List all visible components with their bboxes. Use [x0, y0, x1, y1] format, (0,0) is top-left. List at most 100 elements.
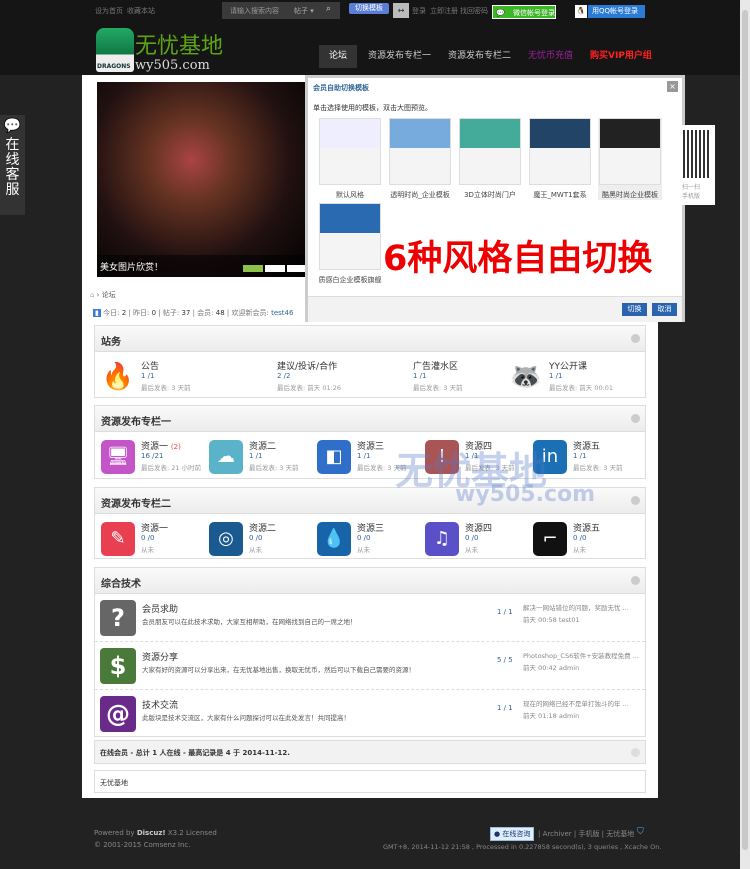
bookmark-link[interactable]: 收藏本站	[127, 6, 155, 16]
section-title[interactable]: 站务	[101, 337, 121, 348]
forum-name[interactable]: 资源五	[573, 442, 600, 452]
forum-item[interactable]: ✎ 资源一 0 /0 从未	[101, 520, 207, 560]
forum-name[interactable]: 公告	[141, 362, 159, 372]
template-thumbnail[interactable]	[599, 118, 661, 185]
forum-name[interactable]: 资源三	[357, 442, 384, 452]
forum-icon[interactable]: 😵	[237, 360, 271, 394]
login-link[interactable]: 登录	[412, 6, 426, 16]
nav-resource-2[interactable]: 资源发布专栏二	[438, 45, 521, 68]
cancel-button[interactable]: 取消	[652, 303, 677, 316]
forum-icon[interactable]: ⌐	[533, 522, 567, 556]
section-title[interactable]: 资源发布专栏一	[101, 417, 171, 428]
set-home-link[interactable]: 设为首页	[95, 6, 123, 16]
template-thumbnail[interactable]	[319, 118, 381, 185]
forum-name[interactable]: 资源二	[249, 442, 276, 452]
switch-template-button[interactable]: 切换模板	[349, 3, 389, 14]
last-post[interactable]: 最后发表: 3 天前	[573, 462, 622, 472]
forum-item[interactable]: 🔥 公告 1 /1 最后发表: 3 天前	[101, 358, 207, 398]
forum-icon[interactable]: ✎	[101, 522, 135, 556]
forum-item[interactable]: in 资源五 1 /1 最后发表: 3 天前	[533, 438, 639, 478]
last-post[interactable]: 从未	[141, 544, 154, 554]
search-type-select[interactable]: 帖子 ▾	[294, 6, 314, 16]
forum-icon[interactable]: 😠	[373, 360, 407, 394]
forum-item[interactable]: 💧 资源三 0 /0 从未	[317, 520, 423, 560]
friend-link[interactable]: 无忧基地	[100, 779, 128, 787]
qq-login-button[interactable]: 🐧 用QQ帐号登录	[575, 5, 645, 18]
last-post[interactable]: 从未	[573, 544, 586, 554]
forum-name[interactable]: YY公开课	[549, 362, 587, 372]
close-icon[interactable]: ×	[667, 81, 678, 92]
collapse-icon[interactable]	[631, 414, 640, 423]
forum-item[interactable]: ♫ 资源四 0 /0 从未	[425, 520, 531, 560]
nav-buy-vip[interactable]: 购买VIP用户组	[580, 45, 662, 68]
nav-recharge[interactable]: 无忧币充值	[518, 45, 583, 68]
section-header[interactable]: 资源发布专栏一	[95, 406, 645, 432]
carousel-dot[interactable]	[265, 265, 285, 272]
switch-button[interactable]: 切换	[622, 303, 647, 316]
forum-icon[interactable]: 🔥	[101, 360, 135, 394]
discuz-link[interactable]: Discuz!	[137, 829, 166, 837]
last-post[interactable]: 从未	[249, 544, 262, 554]
forum-icon[interactable]: @	[100, 696, 136, 732]
forum-name[interactable]: 建议/投诉/合作	[277, 362, 337, 372]
forum-icon[interactable]: 🖥	[101, 440, 135, 474]
forum-name[interactable]: 资源二	[249, 524, 276, 534]
last-post[interactable]: 从未	[357, 544, 370, 554]
forum-name[interactable]: 技术交流	[142, 698, 178, 711]
forum-item[interactable]: 🦝 YY公开课 1 /1 最后发表: 前天 00:01	[509, 358, 615, 398]
widescreen-toggle-icon[interactable]: ↔	[393, 3, 409, 18]
last-post[interactable]: 最后发表: 21 小时前	[141, 462, 201, 472]
newest-member-link[interactable]: test46	[271, 309, 293, 317]
last-post-title[interactable]: Photoshop_CS6软件+安装教程免费 ...	[523, 650, 639, 660]
footer-links[interactable]: | Archiver | 手机版 | 无忧基地	[538, 829, 634, 839]
template-option[interactable]: 3D立体时尚门户	[458, 118, 522, 200]
template-thumbnail[interactable]	[389, 118, 451, 185]
forum-item[interactable]: 🖥 资源一 (2) 16 /21 最后发表: 21 小时前	[101, 438, 207, 478]
forum-name[interactable]: 广告灌水区	[413, 362, 458, 372]
forum-icon[interactable]: 💧	[317, 522, 351, 556]
template-option[interactable]: 质感白企业模板旗舰	[318, 203, 382, 285]
section-header[interactable]: 站务	[95, 326, 645, 352]
forum-item[interactable]: 😠 广告灌水区 1 /1 最后发表: 3 天前	[373, 358, 479, 398]
home-icon[interactable]: ⌂	[90, 291, 94, 299]
last-post-title[interactable]: 现在的网络已经不是单打独斗的年 ...	[523, 698, 629, 708]
qr-code-panel[interactable]: 扫一扫 手机版	[680, 125, 715, 205]
collapse-icon[interactable]	[631, 496, 640, 505]
forum-name[interactable]: 资源三	[357, 524, 384, 534]
wechat-login-button[interactable]: 💬 微信帐号登录	[492, 5, 556, 19]
forum-name[interactable]: 资源分享	[142, 650, 178, 663]
section-header[interactable]: 综合技术	[95, 568, 645, 594]
forum-icon[interactable]: 🦝	[509, 360, 543, 394]
forum-icon[interactable]: $	[100, 648, 136, 684]
carousel-dot[interactable]	[243, 265, 263, 272]
carousel-dot[interactable]	[287, 265, 307, 272]
forum-item[interactable]: ☁ 资源二 1 /1 最后发表: 3 天前	[209, 438, 315, 478]
template-thumbnail[interactable]	[459, 118, 521, 185]
template-thumbnail[interactable]	[529, 118, 591, 185]
register-link[interactable]: 立即注册	[430, 6, 458, 16]
search-icon[interactable]: ⌕	[326, 4, 331, 14]
forum-icon[interactable]: ◧	[317, 440, 351, 474]
expand-toggle-icon[interactable]	[631, 748, 640, 757]
last-post[interactable]: 最后发表: 3 天前	[413, 382, 462, 392]
collapse-icon[interactable]	[631, 576, 640, 585]
breadcrumb-current[interactable]: 论坛	[102, 291, 116, 299]
forum-item[interactable]: 😵 建议/投诉/合作 2 /2 最后发表: 前天 01:26	[237, 358, 343, 398]
last-post-title[interactable]: 解决一网站错位的问题，奖励无忧 ...	[523, 602, 629, 612]
last-post[interactable]: 最后发表: 3 天前	[141, 382, 190, 392]
forgot-password-link[interactable]: 找回密码	[460, 6, 488, 16]
forum-icon[interactable]: ☁	[209, 440, 243, 474]
collapse-icon[interactable]	[631, 334, 640, 343]
last-post[interactable]: 最后发表: 前天 00:01	[549, 382, 613, 392]
logo-title[interactable]: 无忧基地	[135, 28, 223, 60]
forum-name[interactable]: 资源一	[141, 442, 168, 452]
forum-icon[interactable]: ?	[100, 600, 136, 636]
template-option[interactable]: 酷黑时尚企业模板	[598, 118, 662, 200]
forum-icon[interactable]: ◎	[209, 522, 243, 556]
template-option[interactable]: 透明时尚_企业模板	[388, 118, 452, 200]
dragon-logo-icon[interactable]: DRAGONS	[96, 28, 134, 72]
last-post[interactable]: 从未	[465, 544, 478, 554]
forum-name[interactable]: 资源五	[573, 524, 600, 534]
forum-icon[interactable]: ♫	[425, 522, 459, 556]
template-option[interactable]: 魔王_MWT1套系	[528, 118, 592, 200]
